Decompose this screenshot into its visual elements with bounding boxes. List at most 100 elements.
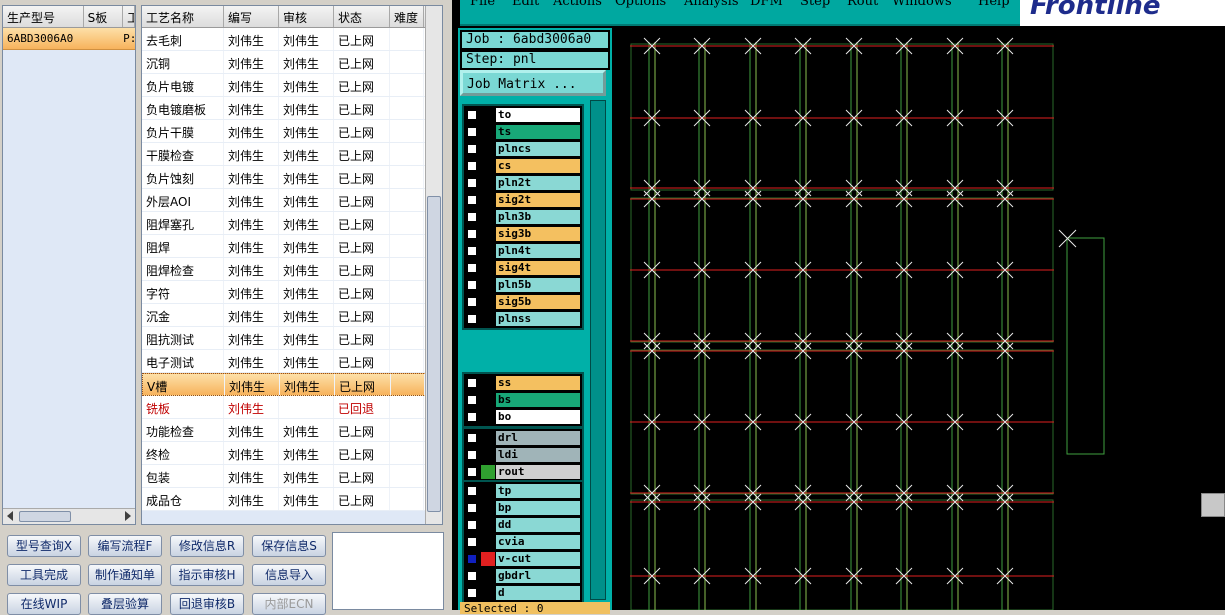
layer-row[interactable]: sig2t — [464, 192, 582, 208]
layer-row[interactable]: sig3b — [464, 226, 582, 242]
tool-done-button[interactable]: 工具完成 — [7, 564, 81, 586]
layer-checkbox[interactable] — [466, 262, 478, 274]
layer-checkbox[interactable] — [466, 432, 478, 444]
process-row[interactable]: 阻焊检查 刘伟生 刘伟生 已上网 — [142, 258, 442, 281]
layer-row[interactable]: drl — [464, 430, 582, 446]
layer-checkbox[interactable] — [466, 394, 478, 406]
menu-help[interactable]: Help — [978, 0, 1010, 9]
col-reviewer[interactable]: 审核 — [279, 6, 334, 27]
layer-row[interactable]: sig4t — [464, 260, 582, 276]
model-query-button[interactable]: 型号查询X — [7, 535, 81, 557]
process-row[interactable]: 终检 刘伟生 刘伟生 已上网 — [142, 442, 442, 465]
process-row[interactable]: 干膜检查 刘伟生 刘伟生 已上网 — [142, 143, 442, 166]
process-row[interactable]: 外层AOI 刘伟生 刘伟生 已上网 — [142, 189, 442, 212]
menu-file[interactable]: File — [470, 0, 495, 9]
layer-row[interactable]: pln2t — [464, 175, 582, 191]
layer-row[interactable]: cs — [464, 158, 582, 174]
col-status[interactable]: 状态 — [334, 6, 390, 27]
layer-row[interactable]: v-cut — [464, 551, 582, 567]
layer-row[interactable]: ss — [464, 375, 582, 391]
layer-checkbox[interactable] — [466, 177, 478, 189]
layer-checkbox[interactable] — [466, 313, 478, 325]
stack-check-button[interactable]: 叠层验算 — [88, 593, 162, 615]
layer-checkbox[interactable] — [466, 466, 478, 478]
layer-checkbox[interactable] — [466, 377, 478, 389]
layer-checkbox[interactable] — [466, 228, 478, 240]
layer-checkbox[interactable] — [466, 502, 478, 514]
layer-row[interactable]: ldi — [464, 447, 582, 463]
process-row[interactable]: 包装 刘伟生 刘伟生 已上网 — [142, 465, 442, 488]
col-model[interactable]: 生产型号 — [3, 6, 84, 27]
process-row[interactable]: 阻焊塞孔 刘伟生 刘伟生 已上网 — [142, 212, 442, 235]
layer-row[interactable]: bo — [464, 409, 582, 425]
menu-dfm[interactable]: DFM — [750, 0, 783, 9]
layer-checkbox[interactable] — [466, 211, 478, 223]
process-row[interactable]: 成品仓 刘伟生 刘伟生 已上网 — [142, 488, 442, 511]
layer-row[interactable]: dd — [464, 517, 582, 533]
layer-list-scrollbar[interactable] — [590, 100, 606, 600]
layer-checkbox[interactable] — [466, 449, 478, 461]
process-row[interactable]: 负片蚀刻 刘伟生 刘伟生 已上网 — [142, 166, 442, 189]
layer-row[interactable]: plnss — [464, 311, 582, 327]
layer-row[interactable]: tp — [464, 483, 582, 499]
online-wip-button[interactable]: 在线WIP — [7, 593, 81, 615]
layer-row[interactable]: d — [464, 585, 582, 601]
layer-row[interactable]: gbdrl — [464, 568, 582, 584]
process-row[interactable]: 沉铜 刘伟生 刘伟生 已上网 — [142, 51, 442, 74]
process-row[interactable]: 负片电镀 刘伟生 刘伟生 已上网 — [142, 74, 442, 97]
layer-row[interactable]: pln3b — [464, 209, 582, 225]
process-row[interactable]: 负电镀磨板 刘伟生 刘伟生 已上网 — [142, 97, 442, 120]
process-list-vscroll[interactable] — [425, 6, 442, 524]
layer-checkbox[interactable] — [466, 296, 478, 308]
col-sboard[interactable]: S板 — [84, 6, 124, 27]
layer-checkbox[interactable] — [466, 519, 478, 531]
col-difficulty[interactable]: 难度 — [390, 6, 424, 27]
model-row[interactable]: 6ABD3006A0 P: — [3, 28, 135, 50]
layer-checkbox[interactable] — [466, 279, 478, 291]
layer-row[interactable]: bp — [464, 500, 582, 516]
col-process[interactable]: 工艺名称 — [142, 6, 224, 27]
layer-row[interactable]: to — [464, 107, 582, 123]
review-button[interactable]: 指示审核H — [170, 564, 244, 586]
process-row[interactable]: 电子测试 刘伟生 刘伟生 已上网 — [142, 350, 442, 373]
edit-flow-button[interactable]: 编写流程F — [88, 535, 162, 557]
layer-checkbox[interactable] — [466, 245, 478, 257]
layer-checkbox[interactable] — [466, 536, 478, 548]
process-row[interactable]: V槽 刘伟生 刘伟生 已上网 — [142, 373, 442, 396]
layer-checkbox[interactable] — [466, 109, 478, 121]
menu-rout[interactable]: Rout — [847, 0, 878, 9]
process-row[interactable]: 铣板 刘伟生 已回退 — [142, 396, 442, 419]
job-matrix-button[interactable]: Job Matrix ... — [460, 70, 606, 96]
layer-row[interactable]: sig5b — [464, 294, 582, 310]
internal-ecn-button[interactable]: 内部ECN — [252, 593, 326, 615]
layer-row[interactable]: pln5b — [464, 277, 582, 293]
make-notice-button[interactable]: 制作通知单 — [88, 564, 162, 586]
process-row[interactable]: 去毛刺 刘伟生 刘伟生 已上网 — [142, 28, 442, 51]
layer-row[interactable]: cvia — [464, 534, 582, 550]
menu-options[interactable]: Options — [615, 0, 666, 9]
layer-row[interactable]: pln4t — [464, 243, 582, 259]
hscroll-thumb[interactable] — [19, 511, 71, 522]
import-info-button[interactable]: 信息导入 — [252, 564, 326, 586]
process-row[interactable]: 功能检查 刘伟生 刘伟生 已上网 — [142, 419, 442, 442]
col-author[interactable]: 编写 — [224, 6, 279, 27]
layer-checkbox[interactable] — [466, 485, 478, 497]
layer-checkbox[interactable] — [466, 143, 478, 155]
layer-checkbox[interactable] — [466, 411, 478, 423]
process-row[interactable]: 沉金 刘伟生 刘伟生 已上网 — [142, 304, 442, 327]
menu-windows[interactable]: Windows — [892, 0, 952, 9]
layer-checkbox[interactable] — [466, 553, 478, 565]
modify-info-button[interactable]: 修改信息R — [170, 535, 244, 557]
side-tab-button[interactable] — [1201, 493, 1225, 517]
menu-edit[interactable]: Edit — [512, 0, 539, 9]
process-row[interactable]: 阻焊 刘伟生 刘伟生 已上网 — [142, 235, 442, 258]
vscroll-thumb[interactable] — [427, 196, 441, 512]
save-info-button[interactable]: 保存信息S — [252, 535, 326, 557]
scroll-left-icon[interactable] — [7, 511, 13, 521]
col-extra[interactable]: 工 — [123, 6, 135, 27]
layer-checkbox[interactable] — [466, 160, 478, 172]
note-textarea[interactable] — [332, 532, 444, 610]
scroll-right-icon[interactable] — [125, 511, 131, 521]
graphic-canvas[interactable] — [612, 28, 1225, 610]
layer-row[interactable]: bs — [464, 392, 582, 408]
